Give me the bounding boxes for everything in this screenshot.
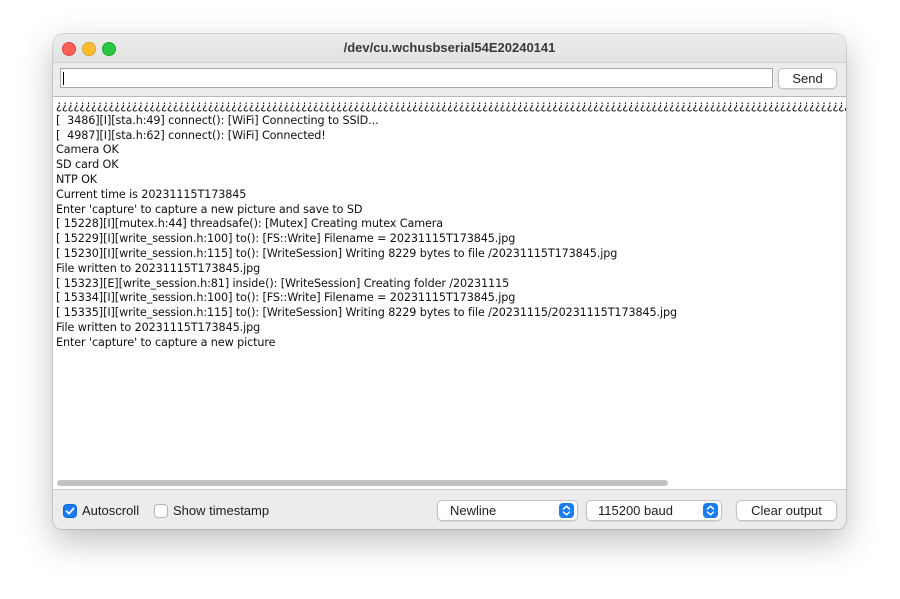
updown-chevron-icon [703, 503, 718, 518]
output-line: Enter 'capture' to capture a new picture [56, 335, 276, 349]
output-line: ¿¿¿¿¿¿¿¿¿¿¿¿¿¿¿¿¿¿¿¿¿¿¿¿¿¿¿¿¿¿¿¿¿¿¿¿¿¿¿¿… [56, 99, 846, 112]
updown-chevron-icon [559, 503, 574, 518]
send-row: Send [53, 63, 846, 95]
output-line: [ 15228][I][mutex.h:44] threadsafe(): [M… [56, 217, 444, 231]
output-line: [ 15230][I][write_session.h:115] to(): [… [56, 246, 618, 260]
output-line: [ 15334][I][write_session.h:100] to(): [… [56, 291, 516, 305]
output-line: Enter 'capture' to capture a new picture… [56, 202, 363, 216]
serial-input-field[interactable] [60, 68, 773, 88]
checkmark-icon [65, 507, 75, 515]
autoscroll-label[interactable]: Autoscroll [82, 503, 139, 518]
output-line: SD card OK [56, 158, 119, 172]
line-ending-value: Newline [450, 503, 497, 518]
serial-output-log: ¿¿¿¿¿¿¿¿¿¿¿¿¿¿¿¿¿¿¿¿¿¿¿¿¿¿¿¿¿¿¿¿¿¿¿¿¿¿¿¿… [53, 97, 846, 351]
output-line: File written to 20231115T173845.jpg [56, 320, 261, 334]
clear-output-button[interactable]: Clear output [736, 500, 837, 521]
output-line: NTP OK [56, 172, 98, 186]
output-line: [ 15335][I][write_session.h:115] to(): [… [56, 306, 678, 320]
baud-rate-value: 115200 baud [598, 503, 673, 518]
output-line: Current time is 20231115T173845 [56, 187, 247, 201]
baud-rate-select[interactable]: 115200 baud [586, 500, 722, 521]
line-ending-select[interactable]: Newline [437, 500, 578, 521]
show-timestamp-label[interactable]: Show timestamp [173, 503, 269, 518]
output-line: [ 15229][I][write_session.h:100] to(): [… [56, 232, 516, 246]
output-line: [ 15323][E][write_session.h:81] inside()… [56, 276, 510, 290]
serial-monitor-window: /dev/cu.wchusbserial54E20240141 Send ¿¿¿… [53, 34, 846, 529]
output-line: Camera OK [56, 143, 119, 157]
horizontal-scrollbar[interactable] [57, 480, 668, 486]
show-timestamp-checkbox[interactable] [154, 504, 168, 518]
autoscroll-checkbox[interactable] [63, 504, 77, 518]
title-bar[interactable]: /dev/cu.wchusbserial54E20240141 [53, 34, 846, 63]
output-line: [ 4987][I][sta.h:62] connect(): [WiFi] C… [56, 128, 326, 142]
window-title: /dev/cu.wchusbserial54E20240141 [343, 40, 556, 55]
footer-bar: Autoscroll Show timestamp Newline 115200… [53, 489, 846, 529]
output-line: File written to 20231115T173845.jpg [56, 261, 261, 275]
text-caret [63, 72, 64, 85]
output-line: [ 3486][I][sta.h:49] connect(): [WiFi] C… [56, 113, 379, 127]
serial-output-area[interactable]: ¿¿¿¿¿¿¿¿¿¿¿¿¿¿¿¿¿¿¿¿¿¿¿¿¿¿¿¿¿¿¿¿¿¿¿¿¿¿¿¿… [53, 96, 846, 490]
send-button[interactable]: Send [778, 68, 837, 89]
